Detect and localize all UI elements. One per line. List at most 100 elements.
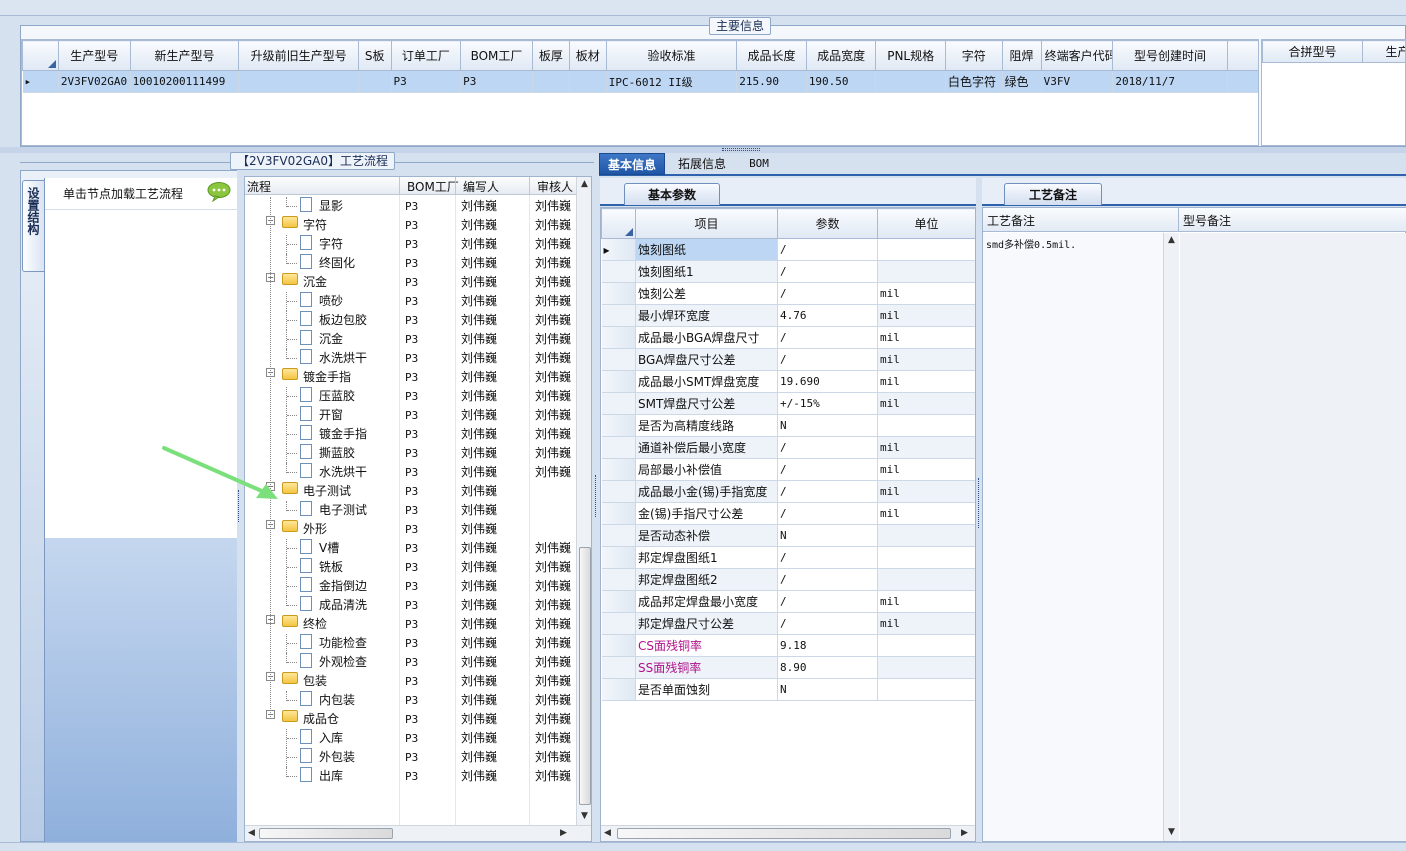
param-row[interactable]: CS面残铜率 9.18 bbox=[601, 634, 975, 657]
param-value[interactable]: / bbox=[777, 238, 878, 261]
flow-vscroll[interactable]: ▲ ▼ bbox=[576, 177, 591, 825]
cell-finished-width[interactable]: 190.50 bbox=[806, 70, 877, 93]
flow-hscroll[interactable]: ◀ ▶ bbox=[245, 825, 591, 841]
tab-basic-info[interactable]: 基本信息 bbox=[599, 153, 665, 175]
cell-order-factory[interactable]: P3 bbox=[391, 70, 462, 93]
col-item[interactable]: 项目 bbox=[635, 208, 778, 239]
param-value[interactable]: / bbox=[777, 348, 878, 371]
param-row[interactable]: 是否单面蚀刻 N bbox=[601, 678, 975, 701]
main-info-grid[interactable]: 生产型号 新生产型号 升级前旧生产型号 S板 订单工厂 BOM工厂 板厚 板材 验收标准 成品长度… bbox=[21, 39, 1259, 146]
cell-board-thickness[interactable] bbox=[532, 70, 570, 93]
col-silkscreen[interactable]: 字符 bbox=[944, 40, 1003, 71]
param-value[interactable]: 19.690 bbox=[777, 370, 878, 393]
cell-new-production-model[interactable]: 10010200111499 bbox=[130, 70, 240, 93]
param-value[interactable]: / bbox=[777, 282, 878, 305]
param-row[interactable]: 成品最小金(锡)手指宽度 / mil bbox=[601, 480, 975, 503]
flow-row[interactable]: 压蓝胶 P3 刘伟巍 刘伟巍 bbox=[245, 387, 575, 406]
cell-s-board[interactable] bbox=[358, 70, 392, 93]
param-value[interactable]: 4.76 bbox=[777, 304, 878, 327]
param-value[interactable]: N bbox=[777, 524, 878, 547]
flow-row[interactable]: − 字符 P3 刘伟巍 刘伟巍 bbox=[245, 216, 575, 235]
flow-vscroll-thumb[interactable] bbox=[579, 547, 591, 805]
param-row[interactable]: 金(锡)手指尺寸公差 / mil bbox=[601, 502, 975, 525]
col-merge-model[interactable]: 合拼型号 bbox=[1262, 40, 1363, 63]
flow-row[interactable]: 沉金 P3 刘伟巍 刘伟巍 bbox=[245, 330, 575, 349]
cell-bom-factory[interactable]: P3 bbox=[460, 70, 533, 93]
flow-row[interactable]: − 电子测试 P3 刘伟巍 bbox=[245, 482, 575, 501]
col-unit[interactable]: 单位 bbox=[877, 208, 975, 239]
flow-row[interactable]: 入库 P3 刘伟巍 刘伟巍 bbox=[245, 729, 575, 748]
param-row[interactable]: 邦定焊盘尺寸公差 / mil bbox=[601, 612, 975, 635]
param-row[interactable]: 最小焊环宽度 4.76 mil bbox=[601, 304, 975, 327]
param-row[interactable]: ▸ 蚀刻图纸 / bbox=[601, 238, 975, 261]
cell-finished-length[interactable]: 215.90 bbox=[736, 70, 807, 93]
param-value[interactable]: / bbox=[777, 458, 878, 481]
flow-row[interactable]: − 外形 P3 刘伟巍 bbox=[245, 520, 575, 539]
param-row[interactable]: 是否动态补偿 N bbox=[601, 524, 975, 547]
param-row[interactable]: 成品最小BGA焊盘尺寸 / mil bbox=[601, 326, 975, 349]
col-finished-width[interactable]: 成品宽度 bbox=[805, 40, 877, 71]
param-row[interactable]: 通道补偿后最小宽度 / mil bbox=[601, 436, 975, 459]
model-note-textbox[interactable] bbox=[1180, 233, 1406, 841]
cell-acceptance-standard[interactable]: IPC-6012 II级 bbox=[606, 70, 738, 93]
col-s-board[interactable]: S板 bbox=[357, 40, 392, 71]
merge-model-grid[interactable]: 合拼型号 生产 bbox=[1261, 39, 1406, 146]
flow-row[interactable]: 金指倒边 P3 刘伟巍 刘伟巍 bbox=[245, 577, 575, 596]
flow-row[interactable]: V槽 P3 刘伟巍 刘伟巍 bbox=[245, 539, 575, 558]
param-row[interactable]: 是否为高精度线路 N bbox=[601, 414, 975, 437]
flow-row[interactable]: 出库 P3 刘伟巍 刘伟巍 bbox=[245, 767, 575, 786]
flow-hscroll-thumb[interactable] bbox=[259, 828, 393, 839]
param-row[interactable]: 成品最小SMT焊盘宽度 19.690 mil bbox=[601, 370, 975, 393]
flow-row[interactable]: − 包装 P3 刘伟巍 刘伟巍 bbox=[245, 672, 575, 691]
tab-bom[interactable]: BOM bbox=[739, 153, 779, 175]
param-value[interactable]: / bbox=[777, 260, 878, 283]
col-acceptance-standard[interactable]: 验收标准 bbox=[605, 40, 738, 71]
cell-silkscreen[interactable]: 白色字符 bbox=[945, 70, 1003, 93]
flow-row[interactable]: 水洗烘干 P3 刘伟巍 刘伟巍 bbox=[245, 349, 575, 368]
param-value[interactable]: / bbox=[777, 436, 878, 459]
cell-solder-mask[interactable]: 绿色 bbox=[1002, 70, 1042, 93]
params-hscroll[interactable]: ◀ ▶ bbox=[601, 825, 975, 841]
param-value[interactable]: / bbox=[777, 502, 878, 525]
cell-end-customer-code[interactable]: V3FV bbox=[1041, 70, 1114, 93]
param-row[interactable]: 蚀刻图纸1/ bbox=[601, 260, 975, 283]
cell-old-production-model[interactable] bbox=[238, 70, 359, 93]
col-solder-mask[interactable]: 阻焊 bbox=[1001, 40, 1042, 71]
flow-row[interactable]: 成品清洗 P3 刘伟巍 刘伟巍 bbox=[245, 596, 575, 615]
param-row[interactable]: 蚀刻公差 / mil bbox=[601, 282, 975, 305]
param-row[interactable]: 邦定焊盘图纸2/ bbox=[601, 568, 975, 591]
flow-row[interactable]: 喷砂 P3 刘伟巍 刘伟巍 bbox=[245, 292, 575, 311]
flow-row[interactable]: 镀金手指 P3 刘伟巍 刘伟巍 bbox=[245, 425, 575, 444]
process-note-textbox[interactable]: smd多补偿0.5mil. ▲ ▼ bbox=[983, 233, 1179, 841]
param-value[interactable]: N bbox=[777, 414, 878, 437]
param-row[interactable]: BGA焊盘尺寸公差 / mil bbox=[601, 348, 975, 371]
col-end-customer-code[interactable]: 终端客户代码 bbox=[1040, 40, 1114, 71]
flow-row[interactable]: 板边包胶 P3 刘伟巍 刘伟巍 bbox=[245, 311, 575, 330]
flow-row[interactable]: 终固化 P3 刘伟巍 刘伟巍 bbox=[245, 254, 575, 273]
flow-row[interactable]: 功能检查 P3 刘伟巍 刘伟巍 bbox=[245, 634, 575, 653]
param-value[interactable]: / bbox=[777, 612, 878, 635]
param-row[interactable]: 邦定焊盘图纸1/ bbox=[601, 546, 975, 569]
param-value[interactable]: / bbox=[777, 480, 878, 503]
param-row[interactable]: 成品邦定焊盘最小宽度 / mil bbox=[601, 590, 975, 613]
cell-pnl-spec[interactable] bbox=[875, 70, 946, 93]
structure-tab[interactable]: 设置结构 bbox=[22, 180, 44, 272]
speech-bubble-icon[interactable] bbox=[207, 182, 231, 203]
param-value[interactable]: / bbox=[777, 568, 878, 591]
col-bom[interactable]: BOM工厂 bbox=[407, 178, 459, 195]
param-value[interactable]: 8.90 bbox=[777, 656, 878, 679]
col-finished-length[interactable]: 成品长度 bbox=[736, 40, 807, 71]
param-value[interactable]: / bbox=[777, 590, 878, 613]
flow-row[interactable]: 开窗 P3 刘伟巍 刘伟巍 bbox=[245, 406, 575, 425]
col-order-factory[interactable]: 订单工厂 bbox=[390, 40, 462, 71]
cell-model-create-time[interactable]: 2018/11/7 bbox=[1112, 70, 1228, 93]
col-new-production-model[interactable]: 新生产型号 bbox=[129, 40, 240, 71]
param-value[interactable]: +/-15% bbox=[777, 392, 878, 415]
col-pnl-spec[interactable]: PNL规格 bbox=[875, 40, 946, 71]
note-vscroll[interactable]: ▲ ▼ bbox=[1163, 233, 1179, 841]
tab-extended-info[interactable]: 拓展信息 bbox=[669, 153, 735, 175]
basic-params-tab[interactable]: 基本参数 bbox=[624, 183, 720, 205]
col-production[interactable]: 生产 bbox=[1362, 40, 1405, 63]
flow-row[interactable]: − 镀金手指 P3 刘伟巍 刘伟巍 bbox=[245, 368, 575, 387]
cell-production-model[interactable]: 2V3FV02GA0 bbox=[58, 70, 131, 93]
